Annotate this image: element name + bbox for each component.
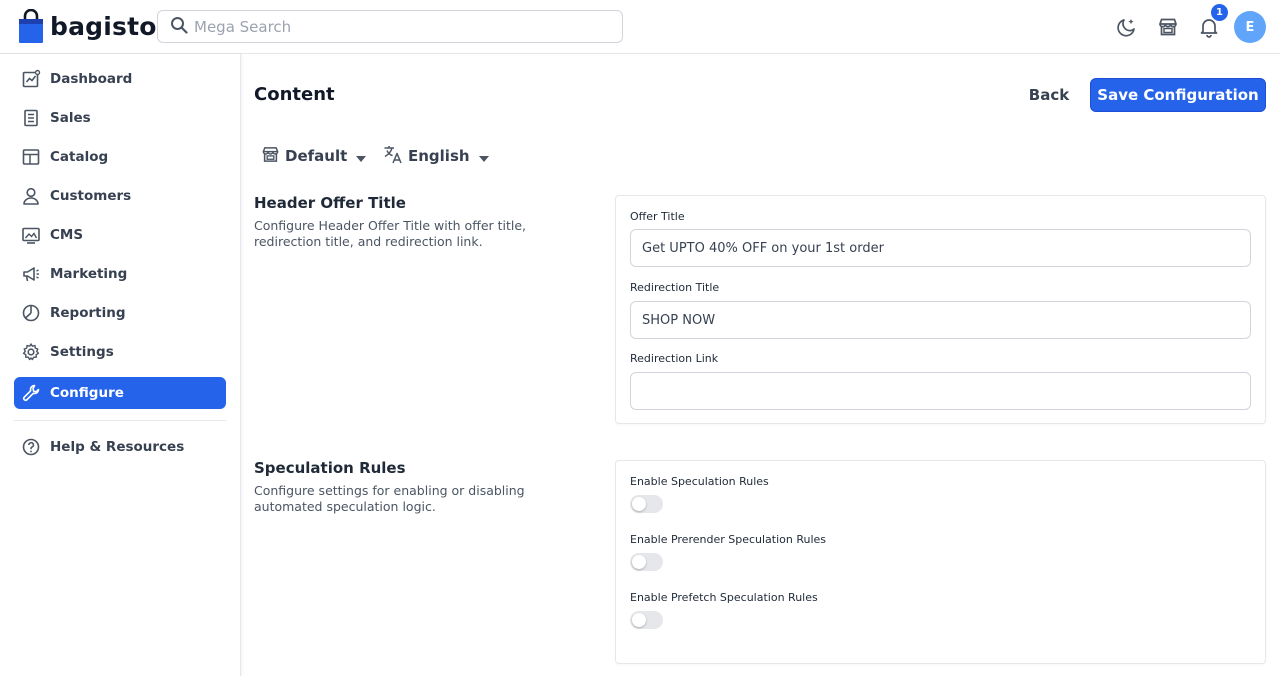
sidebar: Dashboard Sales Catalog Customers CMS Ma…: [0, 54, 241, 676]
sidebar-item-label: Help & Resources: [50, 439, 185, 455]
page-title: Content: [254, 84, 335, 105]
reporting-icon: [21, 303, 41, 323]
caret-down-icon: [478, 147, 489, 166]
enable-prerender-toggle[interactable]: [630, 553, 663, 571]
sidebar-item-marketing[interactable]: Marketing: [14, 258, 226, 290]
catalog-icon: [21, 147, 41, 167]
locale-selector[interactable]: English: [383, 143, 489, 169]
store-icon: [261, 145, 280, 168]
channel-value: Default: [285, 147, 348, 165]
sidebar-item-label: Configure: [50, 385, 124, 401]
sidebar-item-label: CMS: [50, 227, 84, 243]
sidebar-item-label: Dashboard: [50, 71, 133, 87]
locale-value: English: [408, 147, 470, 165]
sidebar-item-configure[interactable]: Configure: [14, 377, 226, 409]
search-box[interactable]: [157, 10, 623, 43]
redirection-link-input[interactable]: [630, 372, 1251, 410]
sidebar-item-settings[interactable]: Settings: [14, 336, 226, 368]
section-description: Configure settings for enabling or disab…: [254, 483, 525, 514]
caret-down-icon: [356, 147, 367, 166]
enable-speculation-label: Enable Speculation Rules: [630, 475, 769, 488]
sidebar-item-customers[interactable]: Customers: [14, 180, 226, 212]
back-button[interactable]: Back: [1018, 79, 1080, 111]
section-title: Speculation Rules: [254, 459, 406, 477]
sidebar-item-help[interactable]: Help & Resources: [14, 431, 226, 463]
sidebar-item-sales[interactable]: Sales: [14, 102, 226, 134]
enable-prefetch-toggle[interactable]: [630, 611, 663, 629]
search-icon: [170, 16, 188, 38]
dashboard-icon: [21, 69, 41, 89]
sidebar-item-label: Settings: [50, 344, 114, 360]
help-icon: [21, 437, 41, 457]
sidebar-item-reporting[interactable]: Reporting: [14, 297, 226, 329]
customers-icon: [21, 186, 41, 206]
storefront-icon[interactable]: [1156, 15, 1180, 39]
speculation-rules-card: [615, 460, 1266, 664]
top-header: bagisto 1 E: [0, 0, 1280, 54]
sidebar-item-label: Marketing: [50, 266, 128, 282]
brand-logo[interactable]: bagisto: [18, 8, 157, 44]
toggle-knob: [632, 555, 646, 569]
configure-icon: [21, 383, 41, 403]
marketing-icon: [21, 264, 41, 284]
translate-icon: [383, 144, 403, 168]
shopping-bag-icon: [18, 8, 44, 44]
redirection-title-input[interactable]: [630, 301, 1251, 339]
toggle-knob: [632, 613, 646, 627]
section-description: Configure Header Offer Title with offer …: [254, 218, 527, 249]
search-input[interactable]: [194, 17, 594, 36]
offer-title-input[interactable]: [630, 229, 1251, 267]
sidebar-item-label: Sales: [50, 110, 91, 126]
enable-prefetch-label: Enable Prefetch Speculation Rules: [630, 591, 818, 604]
section-title: Header Offer Title: [254, 194, 406, 212]
sidebar-item-label: Reporting: [50, 305, 126, 321]
offer-title-label: Offer Title: [630, 210, 685, 223]
enable-prerender-label: Enable Prerender Speculation Rules: [630, 533, 827, 546]
sidebar-item-label: Customers: [50, 188, 132, 204]
save-configuration-button[interactable]: Save Configuration: [1090, 78, 1266, 112]
settings-icon: [21, 342, 41, 362]
brand-name: bagisto: [50, 12, 157, 41]
sidebar-item-dashboard[interactable]: Dashboard: [14, 63, 226, 95]
redirection-title-label: Redirection Title: [630, 281, 720, 294]
sidebar-divider: [14, 420, 226, 421]
channel-selector[interactable]: Default: [261, 143, 367, 169]
enable-speculation-toggle[interactable]: [630, 495, 663, 513]
sidebar-item-cms[interactable]: CMS: [14, 219, 226, 251]
cms-icon: [21, 225, 41, 245]
redirection-link-label: Redirection Link: [630, 352, 719, 365]
sidebar-item-label: Catalog: [50, 149, 109, 165]
dark-mode-icon[interactable]: [1115, 15, 1139, 39]
user-avatar[interactable]: E: [1234, 11, 1266, 43]
notification-badge: 1: [1211, 4, 1228, 21]
sales-icon: [21, 108, 41, 128]
sidebar-item-catalog[interactable]: Catalog: [14, 141, 226, 173]
toggle-knob: [632, 497, 646, 511]
